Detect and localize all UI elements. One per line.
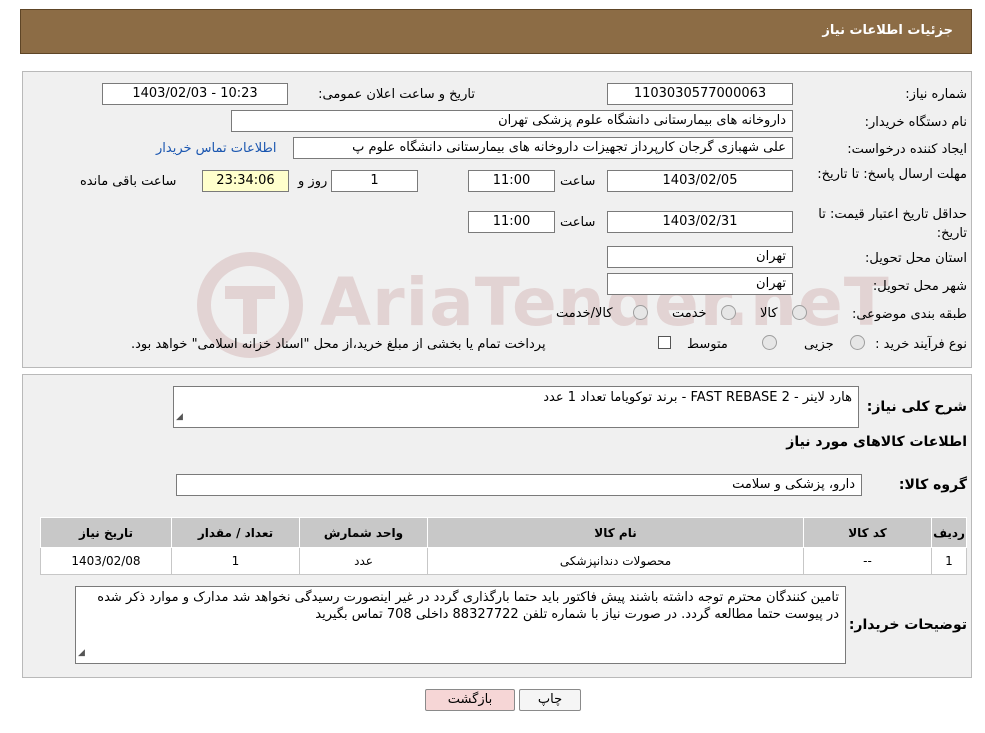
col-unit: واحد شمارش bbox=[299, 517, 428, 548]
cell-unit: عدد bbox=[299, 547, 428, 575]
summary-text: هارد لاینر - FAST REBASE 2 - برند توکویا… bbox=[543, 390, 852, 405]
col-quantity: تعداد / مقدار bbox=[171, 517, 300, 548]
goods-table-header: ردیف کد کالا نام کالا واحد شمارش تعداد /… bbox=[40, 517, 967, 548]
remaining-time-field: 23:34:06 bbox=[202, 170, 289, 192]
cell-quantity: 1 bbox=[171, 547, 300, 575]
buyer-org-label: نام دستگاه خریدار: bbox=[864, 115, 967, 130]
col-item-code: کد کالا bbox=[803, 517, 932, 548]
table-row: 1 -- محصولات دندانپزشکی عدد 1 1403/02/08 bbox=[40, 547, 967, 575]
col-need-date: تاریخ نیاز bbox=[40, 517, 172, 548]
process-partial-radio[interactable] bbox=[850, 335, 865, 350]
resize-grip-icon[interactable]: ◢ bbox=[176, 409, 183, 426]
remaining-time-label: ساعت باقی مانده bbox=[80, 174, 177, 189]
category-goods-service-label: کالا/خدمت bbox=[556, 306, 613, 321]
summary-label: شرح کلی نیاز: bbox=[866, 399, 967, 415]
buyer-notes-label: توضیحات خریدار: bbox=[848, 617, 967, 633]
col-row-number: ردیف bbox=[931, 517, 967, 548]
cell-row-number: 1 bbox=[931, 547, 967, 575]
goods-group-field: دارو، پزشکی و سلامت bbox=[176, 474, 862, 496]
days-field: 1 bbox=[331, 170, 418, 192]
reply-time-label: ساعت bbox=[560, 174, 596, 189]
treasury-docs-note: پرداخت تمام یا بخشی از مبلغ خرید،از محل … bbox=[131, 337, 546, 352]
process-medium-radio[interactable] bbox=[762, 335, 777, 350]
price-validity-time-field: 11:00 bbox=[468, 211, 555, 233]
category-goods-label: کالا bbox=[760, 306, 778, 321]
category-goods-service-radio[interactable] bbox=[633, 305, 648, 320]
buyer-org-field: داروخانه های بیمارستانی دانشگاه علوم پزش… bbox=[231, 110, 793, 132]
need-number-field: 1103030577000063 bbox=[607, 83, 793, 105]
province-field: تهران bbox=[607, 246, 793, 268]
province-label: استان محل تحویل: bbox=[865, 251, 967, 266]
creator-field: علی شهبازی گرجان کارپرداز تجهیزات داروخا… bbox=[293, 137, 793, 159]
resize-grip-icon[interactable]: ◢ bbox=[78, 645, 85, 662]
page-header: جزئیات اطلاعات نیاز bbox=[20, 9, 972, 54]
reply-time-field: 11:00 bbox=[468, 170, 555, 192]
back-button[interactable]: بازگشت bbox=[425, 689, 515, 711]
category-service-label: خدمت bbox=[672, 306, 707, 321]
process-label: نوع فرآیند خرید : bbox=[875, 337, 967, 352]
buyer-notes-textarea[interactable]: تامین کنندگان محترم توجه داشته باشند پیش… bbox=[75, 586, 846, 664]
treasury-docs-checkbox[interactable] bbox=[658, 336, 671, 349]
announce-datetime-label: تاریخ و ساعت اعلان عمومی: bbox=[318, 87, 475, 102]
col-item-name: نام کالا bbox=[427, 517, 804, 548]
cell-item-code: -- bbox=[803, 547, 932, 575]
category-label: طبقه بندی موضوعی: bbox=[851, 307, 967, 322]
reply-deadline-label: مهلت ارسال پاسخ: تا تاریخ: bbox=[817, 167, 967, 182]
buyer-notes-text: تامین کنندگان محترم توجه داشته باشند پیش… bbox=[97, 590, 839, 622]
goods-section-title: اطلاعات کالاهای مورد نیاز bbox=[786, 434, 967, 450]
process-partial-label: جزیی bbox=[804, 337, 834, 352]
city-field: تهران bbox=[607, 273, 793, 295]
reply-date-field: 1403/02/05 bbox=[607, 170, 793, 192]
goods-table: ردیف کد کالا نام کالا واحد شمارش تعداد /… bbox=[40, 517, 967, 575]
city-label: شهر محل تحویل: bbox=[872, 279, 967, 294]
goods-group-label: گروه کالا: bbox=[898, 477, 967, 493]
buyer-contact-link[interactable]: اطلاعات تماس خریدار bbox=[156, 141, 276, 156]
need-number-label: شماره نیاز: bbox=[905, 87, 967, 102]
summary-textarea[interactable]: هارد لاینر - FAST REBASE 2 - برند توکویا… bbox=[173, 386, 859, 428]
price-validity-time-label: ساعت bbox=[560, 215, 596, 230]
cell-item-name: محصولات دندانپزشکی bbox=[427, 547, 804, 575]
category-goods-radio[interactable] bbox=[792, 305, 807, 320]
category-service-radio[interactable] bbox=[721, 305, 736, 320]
process-medium-label: متوسط bbox=[687, 337, 728, 352]
announce-datetime-field: 1403/02/03 - 10:23 bbox=[102, 83, 288, 105]
price-validity-label: حداقل تاریخ اعتبار قیمت: تا تاریخ: bbox=[818, 207, 967, 241]
price-validity-date-field: 1403/02/31 bbox=[607, 211, 793, 233]
days-label: روز و bbox=[298, 174, 328, 189]
print-button[interactable]: چاپ bbox=[519, 689, 581, 711]
cell-need-date: 1403/02/08 bbox=[40, 547, 172, 575]
page-title: جزئیات اطلاعات نیاز bbox=[822, 23, 953, 38]
creator-label: ایجاد کننده درخواست: bbox=[847, 142, 967, 157]
